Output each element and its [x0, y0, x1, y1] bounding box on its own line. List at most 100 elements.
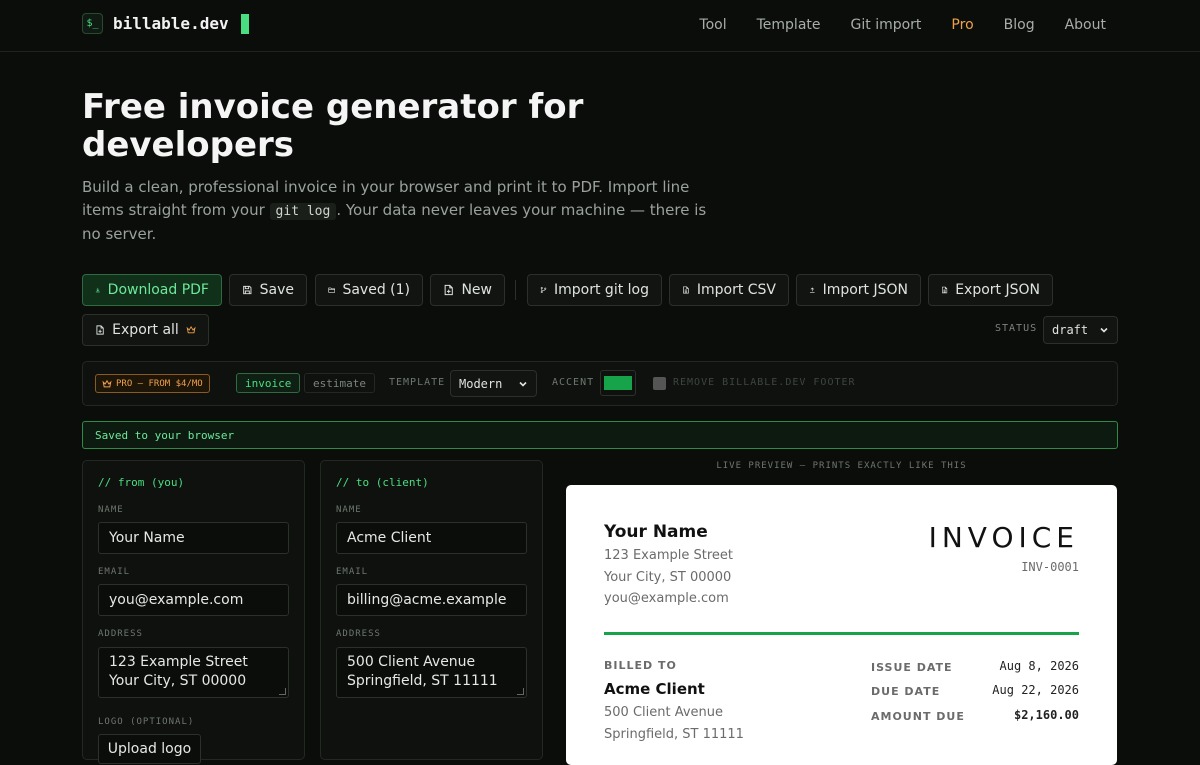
chevron-down-icon: [519, 381, 527, 387]
saved-label: Saved (1): [342, 282, 410, 298]
to-email-input[interactable]: billing@acme.example: [336, 584, 527, 616]
import-csv-button[interactable]: Import CSV: [669, 274, 789, 306]
from-address-input[interactable]: 123 Example Street Your City, ST 00000: [98, 647, 289, 698]
doc-type-invoice[interactable]: invoice: [236, 373, 301, 393]
download-icon: [95, 287, 100, 293]
resize-handle[interactable]: [517, 688, 524, 695]
nav-pro[interactable]: Pro: [951, 17, 973, 33]
crown-icon: [186, 325, 196, 334]
to-name-input[interactable]: Acme Client: [336, 522, 527, 554]
export-all-label: Export all: [112, 322, 179, 338]
nav-blog[interactable]: Blog: [1004, 17, 1035, 33]
due-date-value: Aug 22, 2026: [992, 683, 1079, 697]
from-address-line-2: Your City, ST 00000: [109, 673, 247, 689]
accent-rule: [604, 632, 1079, 635]
json-file-icon: [942, 286, 948, 294]
to-address-input[interactable]: 500 Client Avenue Springfield, ST 11111: [336, 647, 527, 698]
template-value: Modern: [459, 376, 503, 391]
import-git-log-button[interactable]: Import git log: [527, 274, 662, 306]
amount-due-label: AMOUNT DUE: [871, 710, 965, 723]
template-label: TEMPLATE: [389, 377, 446, 388]
preview-from-address-1: 123 Example Street: [604, 548, 733, 563]
remove-footer-checkbox[interactable]: [653, 377, 666, 390]
save-notice: Saved to your browser: [82, 421, 1118, 449]
preview-invoice-title: INVOICE: [928, 521, 1079, 554]
new-label: New: [461, 282, 492, 298]
issue-date-label: ISSUE DATE: [871, 661, 953, 674]
terminal-icon: $_: [82, 13, 103, 34]
upload-logo-button[interactable]: Upload logo: [98, 734, 201, 764]
preview-client-address-2: Springfield, ST 11111: [604, 727, 744, 742]
import-csv-label: Import CSV: [696, 282, 776, 298]
from-name-input[interactable]: Your Name: [98, 522, 289, 554]
export-json-label: Export JSON: [955, 282, 1040, 298]
status-select[interactable]: draft: [1043, 316, 1118, 344]
accent-label: ACCENT: [552, 377, 595, 388]
csv-file-icon: [683, 286, 689, 294]
import-json-button[interactable]: Import JSON: [796, 274, 921, 306]
brand-logo[interactable]: $_ billable.dev: [82, 13, 249, 34]
amount-due-value: $2,160.00: [1013, 708, 1079, 722]
preview-client-address-1: 500 Client Avenue: [604, 705, 724, 720]
issue-date-value: Aug 8, 2026: [999, 659, 1079, 673]
preview-from-email: you@example.com: [604, 591, 729, 606]
from-panel: // from (you) NAME Your Name EMAIL you@e…: [82, 460, 305, 764]
page-description: Build a clean, professional invoice in y…: [82, 176, 722, 246]
import-json-label: Import JSON: [822, 282, 908, 298]
preview-client-name: Acme Client: [604, 680, 705, 698]
upload-icon: [810, 287, 815, 293]
nav-git-import[interactable]: Git import: [851, 17, 922, 33]
git-branch-icon: [540, 287, 547, 293]
preview-from-address-2: Your City, ST 00000: [604, 570, 732, 585]
cursor-block: [240, 13, 249, 34]
doc-type-estimate[interactable]: estimate: [304, 373, 375, 393]
nav-tool[interactable]: Tool: [699, 17, 726, 33]
remove-footer-label: REMOVE BILLABLE.DEV FOOTER: [673, 377, 856, 388]
due-date-label: DUE DATE: [871, 685, 941, 698]
export-all-button[interactable]: Export all: [82, 314, 209, 346]
accent-color-swatch: [604, 376, 632, 390]
from-address-label: ADDRESS: [98, 629, 143, 639]
to-address-label: ADDRESS: [336, 629, 381, 639]
nav-template[interactable]: Template: [757, 17, 821, 33]
accent-color-picker[interactable]: [600, 370, 636, 396]
from-heading: // from (you): [98, 476, 185, 489]
from-address-line-1: 123 Example Street: [109, 654, 248, 670]
top-bar: $_ billable.dev Tool Template Git import…: [0, 0, 1200, 52]
preview-invoice-number: INV-0001: [1021, 560, 1079, 574]
invoice-preview: Your Name 123 Example Street Your City, …: [566, 485, 1117, 765]
export-json-button[interactable]: Export JSON: [928, 274, 1053, 306]
logo-label: LOGO (OPTIONAL): [98, 717, 195, 727]
to-address-line-1: 500 Client Avenue: [347, 654, 476, 670]
save-button[interactable]: Save: [229, 274, 307, 306]
to-address-line-2: Springfield, ST 11111: [347, 673, 498, 689]
pro-badge-label: PRO — FROM $4/MO: [116, 378, 203, 389]
from-email-input[interactable]: you@example.com: [98, 584, 289, 616]
resize-handle[interactable]: [279, 688, 286, 695]
to-name-label: NAME: [336, 505, 362, 515]
chevron-down-icon: [1100, 327, 1108, 333]
nav-about[interactable]: About: [1065, 17, 1106, 33]
to-panel: // to (client) NAME Acme Client EMAIL bi…: [320, 460, 543, 760]
main-nav: Tool Template Git import Pro Blog About: [699, 17, 1106, 33]
import-git-log-label: Import git log: [554, 282, 649, 298]
preview-from-name: Your Name: [604, 522, 708, 542]
pro-options-bar: PRO — FROM $4/MO invoice estimate TEMPLA…: [82, 361, 1118, 406]
from-name-label: NAME: [98, 505, 124, 515]
saved-invoices-button[interactable]: Saved (1): [315, 274, 423, 306]
live-preview-caption: LIVE PREVIEW — PRINTS EXACTLY LIKE THIS: [716, 461, 967, 471]
to-email-label: EMAIL: [336, 567, 369, 577]
new-file-icon: [444, 284, 453, 296]
to-heading: // to (client): [336, 476, 429, 489]
toolbar-divider: [515, 280, 516, 300]
new-invoice-button[interactable]: New: [430, 274, 505, 306]
crown-icon: [102, 379, 112, 387]
page-title: Free invoice generator for developers: [82, 87, 584, 165]
pro-badge[interactable]: PRO — FROM $4/MO: [95, 374, 210, 393]
download-pdf-label: Download PDF: [107, 282, 209, 298]
download-pdf-button[interactable]: Download PDF: [82, 274, 222, 306]
folder-icon: [328, 287, 336, 293]
git-log-code: git log: [269, 203, 337, 220]
template-select[interactable]: Modern: [450, 370, 537, 397]
export-file-icon: [96, 325, 104, 335]
